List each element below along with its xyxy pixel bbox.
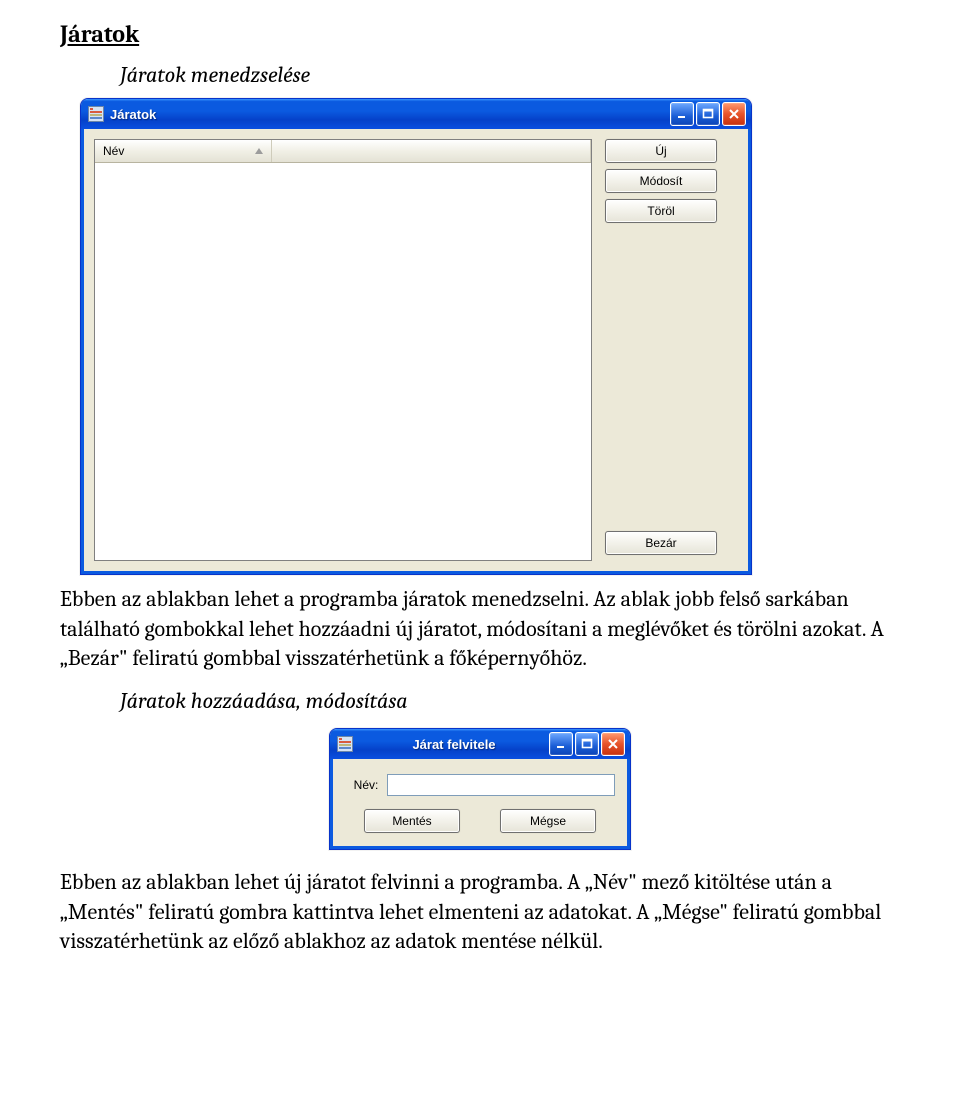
maximize-button[interactable]: [575, 732, 599, 756]
window-jarat-felvitele: Járat felvitele Név:: [329, 728, 631, 850]
close-button[interactable]: [722, 102, 746, 126]
close-button[interactable]: [601, 732, 625, 756]
paragraph-2: Ebben az ablakban lehet új járatot felvi…: [60, 868, 900, 957]
column-header-name[interactable]: Név: [95, 140, 272, 162]
app-icon: [337, 736, 353, 752]
minimize-button[interactable]: [670, 102, 694, 126]
minimize-button[interactable]: [549, 732, 573, 756]
save-button[interactable]: Mentés: [364, 809, 460, 833]
window-title: Járatok: [110, 107, 670, 122]
paragraph-1: Ebben az ablakban lehet a programba jára…: [60, 585, 900, 674]
delete-button[interactable]: Töröl: [605, 199, 717, 223]
window-jaratok: Járatok Név: [80, 98, 752, 575]
section-subtitle-1: Járatok menedzselése: [120, 62, 900, 88]
name-label: Név:: [345, 778, 387, 792]
modify-button[interactable]: Módosít: [605, 169, 717, 193]
maximize-button[interactable]: [696, 102, 720, 126]
column-header-empty[interactable]: [272, 140, 591, 162]
section-subtitle-2: Járatok hozzáadása, módosítása: [120, 688, 900, 714]
titlebar[interactable]: Járat felvitele: [330, 729, 630, 759]
data-grid[interactable]: Név: [94, 139, 592, 561]
app-icon: [88, 106, 104, 122]
column-label: Név: [103, 144, 124, 158]
sort-ascending-icon: [255, 148, 263, 154]
page-heading: Járatok: [60, 20, 900, 48]
new-button[interactable]: Új: [605, 139, 717, 163]
close-window-button[interactable]: Bezár: [605, 531, 717, 555]
grid-body[interactable]: [95, 163, 591, 559]
cancel-button[interactable]: Mégse: [500, 809, 596, 833]
titlebar[interactable]: Járatok: [81, 99, 751, 129]
window-title: Járat felvitele: [359, 737, 549, 752]
name-input[interactable]: [387, 774, 615, 796]
